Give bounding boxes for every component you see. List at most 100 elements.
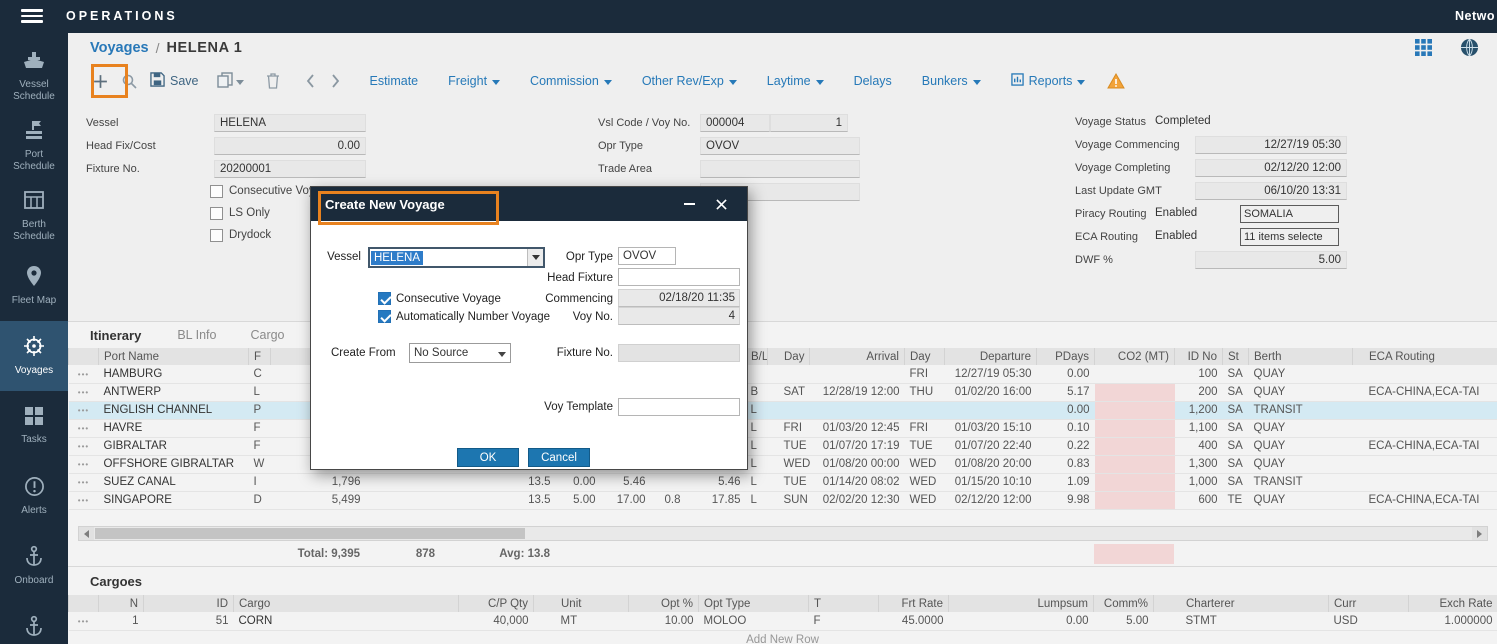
row-menu-icon[interactable] bbox=[69, 437, 99, 455]
sidebar-item-vessel-schedule[interactable]: Vessel Schedule bbox=[0, 41, 68, 111]
delays-link[interactable]: Delays bbox=[854, 74, 892, 88]
tab-bl-info[interactable]: BL Info bbox=[177, 328, 216, 342]
modal-auto-number-checkbox[interactable] bbox=[378, 310, 391, 323]
dwf-field[interactable]: 5.00 bbox=[1195, 251, 1347, 269]
scroll-left-arrow[interactable] bbox=[79, 527, 94, 540]
grid-view-icon[interactable] bbox=[1415, 39, 1432, 59]
modal-consecutive-voyage-checkbox[interactable] bbox=[378, 292, 391, 305]
app-title: OPERATIONS bbox=[66, 9, 178, 23]
itinerary-row[interactable]: HAMBURG C FRI 12/27/19 05:30 bbox=[69, 365, 1497, 383]
save-button[interactable]: Save bbox=[150, 72, 199, 90]
itinerary-horizontal-scrollbar[interactable] bbox=[78, 526, 1488, 541]
modal-voy-no-label: Voy No. bbox=[541, 311, 613, 323]
row-menu-icon[interactable] bbox=[69, 473, 99, 491]
miles-total: Total: 9,395 bbox=[270, 544, 365, 564]
next-voyage-button[interactable] bbox=[331, 74, 340, 88]
piracy-routing-detail[interactable]: SOMALIA bbox=[1240, 205, 1339, 223]
sidebar-item-fleet-map[interactable]: Fleet Map bbox=[0, 251, 68, 321]
voyage-completing-field[interactable]: 02/12/20 12:00 bbox=[1195, 159, 1347, 177]
itinerary-row[interactable]: ENGLISH CHANNEL P L 0 bbox=[69, 401, 1497, 419]
modal-opr-type-field[interactable]: OVOV bbox=[618, 247, 676, 265]
col-eca-routing: ECA Routing bbox=[1353, 348, 1497, 365]
ok-button[interactable]: OK bbox=[457, 448, 519, 467]
sidebar-item-onboard[interactable]: Onboard bbox=[0, 531, 68, 601]
copy-voyage-button[interactable] bbox=[217, 72, 244, 91]
last-update-gmt-field[interactable]: 06/10/20 13:31 bbox=[1195, 182, 1347, 200]
vsl-code-label: Vsl Code / Voy No. bbox=[598, 117, 700, 129]
row-menu-icon[interactable] bbox=[69, 612, 99, 630]
minimize-icon[interactable] bbox=[673, 192, 705, 216]
itinerary-row[interactable]: SUEZ CANAL I 1,796 13.5 0.00 5.46 5.46 L… bbox=[69, 473, 1497, 491]
drydock-checkbox[interactable] bbox=[210, 229, 223, 242]
close-icon[interactable] bbox=[705, 192, 737, 216]
reports-menu[interactable]: Reports bbox=[1011, 73, 1086, 89]
hamburger-menu-icon[interactable] bbox=[21, 9, 43, 24]
modal-voy-no-field[interactable]: 4 bbox=[618, 307, 740, 325]
scroll-right-arrow[interactable] bbox=[1472, 527, 1487, 540]
globe-icon[interactable] bbox=[1460, 38, 1479, 60]
sidebar-item-alerts[interactable]: Alerts bbox=[0, 461, 68, 531]
modal-commencing-field[interactable]: 02/18/20 11:35 bbox=[618, 289, 740, 307]
breadcrumb-voyages-link[interactable]: Voyages bbox=[90, 40, 149, 56]
tab-cargo[interactable]: Cargo bbox=[250, 328, 284, 342]
head-fix-cost-field[interactable]: 0.00 bbox=[214, 137, 366, 155]
bunkers-menu[interactable]: Bunkers bbox=[922, 74, 981, 88]
itinerary-row[interactable]: SINGAPORE D 5,499 13.5 5.00 17.00 0.8 17… bbox=[69, 491, 1497, 509]
vessel-field[interactable]: HELENA bbox=[214, 114, 366, 132]
ls-only-checkbox[interactable] bbox=[210, 207, 223, 220]
modal-head-fixture-field[interactable] bbox=[618, 268, 740, 286]
modal-create-from-dropdown[interactable]: No Source bbox=[409, 343, 511, 363]
fixture-no-field[interactable]: 20200001 bbox=[214, 160, 366, 178]
row-menu-icon[interactable] bbox=[69, 455, 99, 473]
estimate-link[interactable]: Estimate bbox=[370, 74, 419, 88]
col-departure: Departure bbox=[945, 348, 1037, 365]
sidebar-item-port-calls[interactable]: Port Calls bbox=[0, 601, 68, 644]
sidebar-item-berth-schedule[interactable]: Berth Schedule bbox=[0, 181, 68, 251]
opr-type-field[interactable]: OVOV bbox=[700, 137, 860, 155]
row-menu-icon[interactable] bbox=[69, 383, 99, 401]
search-icon[interactable] bbox=[121, 73, 138, 90]
modal-fixture-no-field bbox=[618, 344, 740, 362]
eca-routing-detail[interactable]: 11 items selecte bbox=[1240, 228, 1339, 246]
voy-no-field[interactable]: 1 bbox=[770, 114, 848, 132]
row-menu-icon[interactable] bbox=[69, 419, 99, 437]
col-cp-qty: C/P Qty bbox=[459, 595, 534, 612]
opr-type-label: Opr Type bbox=[598, 140, 700, 152]
scrollbar-thumb[interactable] bbox=[95, 528, 525, 539]
sidebar-item-tasks[interactable]: Tasks bbox=[0, 391, 68, 461]
reports-icon bbox=[1011, 73, 1024, 89]
itinerary-row[interactable]: OFFSHORE GIBRALTAR W L WED 01/08/20 00:0… bbox=[69, 455, 1497, 473]
itinerary-row[interactable]: GIBRALTAR F L TUE 01/07/20 17:19 TUE bbox=[69, 437, 1497, 455]
col-unit: Unit bbox=[534, 595, 629, 612]
modal-vessel-dropdown[interactable]: HELENA bbox=[368, 247, 545, 268]
cargo-row[interactable]: 1 51 CORN 40,000 MT 10.00 MOLOO F 45.000… bbox=[69, 612, 1497, 630]
add-new-row-link[interactable]: Add New Row bbox=[68, 634, 1497, 644]
add-voyage-button[interactable] bbox=[92, 73, 109, 90]
tab-itinerary[interactable]: Itinerary bbox=[90, 328, 141, 343]
topbar-right-text[interactable]: Netwo bbox=[1455, 9, 1495, 23]
laytime-menu[interactable]: Laytime bbox=[767, 74, 824, 88]
chevron-down-icon[interactable] bbox=[527, 249, 543, 266]
row-menu-icon[interactable] bbox=[69, 401, 99, 419]
row-menu-icon[interactable] bbox=[69, 491, 99, 509]
delete-button[interactable] bbox=[266, 73, 280, 89]
voyage-commencing-field[interactable]: 12/27/19 05:30 bbox=[1195, 136, 1347, 154]
consecutive-voyage-checkbox[interactable] bbox=[210, 185, 223, 198]
itinerary-row[interactable]: ANTWERP L B SAT 12/28/19 12:00 THU 01 bbox=[69, 383, 1497, 401]
itinerary-row[interactable]: HAVRE F L FRI 01/03/20 12:45 FRI 01/0 bbox=[69, 419, 1497, 437]
warning-icon[interactable] bbox=[1107, 73, 1125, 89]
sidebar-item-voyages[interactable]: Voyages bbox=[0, 321, 68, 391]
vsl-code-field[interactable]: 000004 bbox=[700, 114, 770, 132]
trade-area-field[interactable] bbox=[700, 160, 860, 178]
other-rev-exp-menu[interactable]: Other Rev/Exp bbox=[642, 74, 737, 88]
piracy-routing-label: Piracy Routing bbox=[1075, 208, 1147, 220]
modal-opr-type-label: Opr Type bbox=[551, 251, 613, 263]
sidebar-item-port-schedule[interactable]: Port Schedule bbox=[0, 111, 68, 181]
dialog-titlebar[interactable]: Create New Voyage bbox=[311, 187, 747, 221]
row-menu-icon[interactable] bbox=[69, 365, 99, 383]
freight-menu[interactable]: Freight bbox=[448, 74, 500, 88]
previous-voyage-button[interactable] bbox=[306, 74, 315, 88]
modal-voy-template-field[interactable] bbox=[618, 398, 740, 416]
cancel-button[interactable]: Cancel bbox=[528, 448, 590, 467]
commission-menu[interactable]: Commission bbox=[530, 74, 612, 88]
